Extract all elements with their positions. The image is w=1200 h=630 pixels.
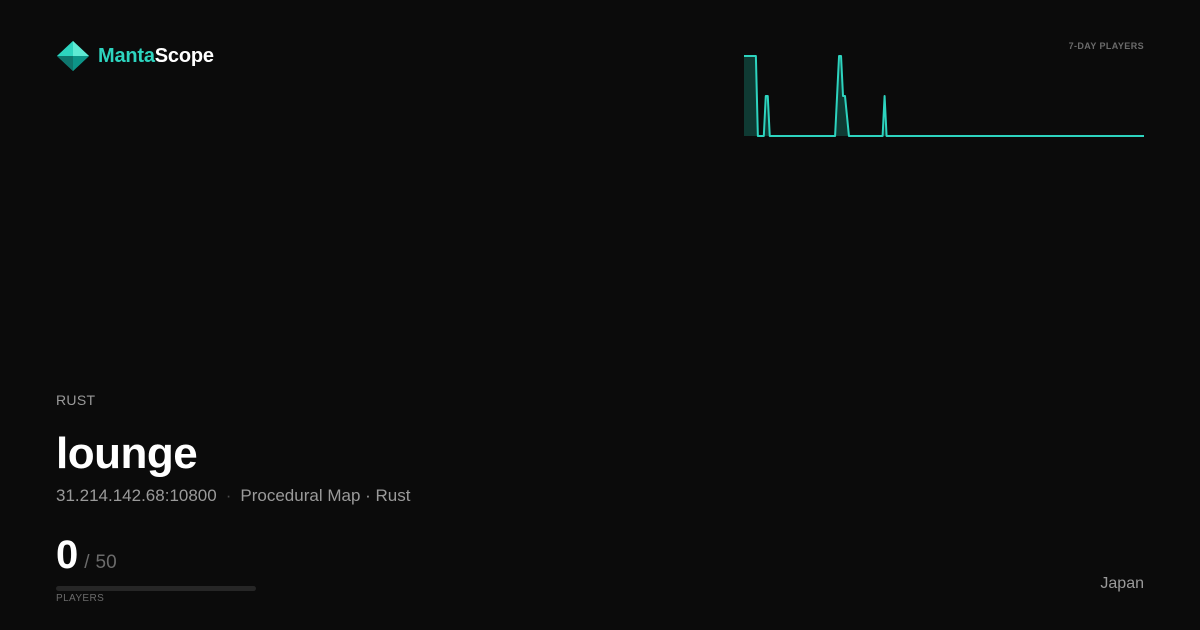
server-map: Procedural Map · Rust [240, 486, 411, 505]
brand-name-scope: Scope [154, 44, 214, 67]
brand-name: MantaScope [98, 45, 214, 68]
sparkline-area [744, 56, 1144, 136]
player-capacity-bar [56, 586, 256, 591]
meta-separator: · [225, 486, 232, 505]
sparkline-line [744, 55, 1144, 137]
brand-logo[interactable]: MantaScope [56, 40, 214, 72]
brand-name-manta: Manta [98, 44, 155, 67]
player-count-slash: / [84, 552, 90, 573]
player-count-current: 0 [56, 533, 79, 577]
server-name: lounge [56, 429, 198, 478]
game-label: RUST [56, 392, 96, 408]
manta-logo-icon [56, 40, 90, 72]
server-address[interactable]: 31.214.142.68:10800 [56, 486, 217, 505]
server-country: Japan [1100, 575, 1144, 592]
player-count: 0 / 50 [56, 532, 117, 578]
server-meta: 31.214.142.68:10800 · Procedural Map · Rus… [56, 486, 410, 506]
player-sparkline [744, 55, 1144, 137]
players-label: PLAYERS [56, 593, 105, 604]
player-count-max: 50 [95, 552, 117, 573]
